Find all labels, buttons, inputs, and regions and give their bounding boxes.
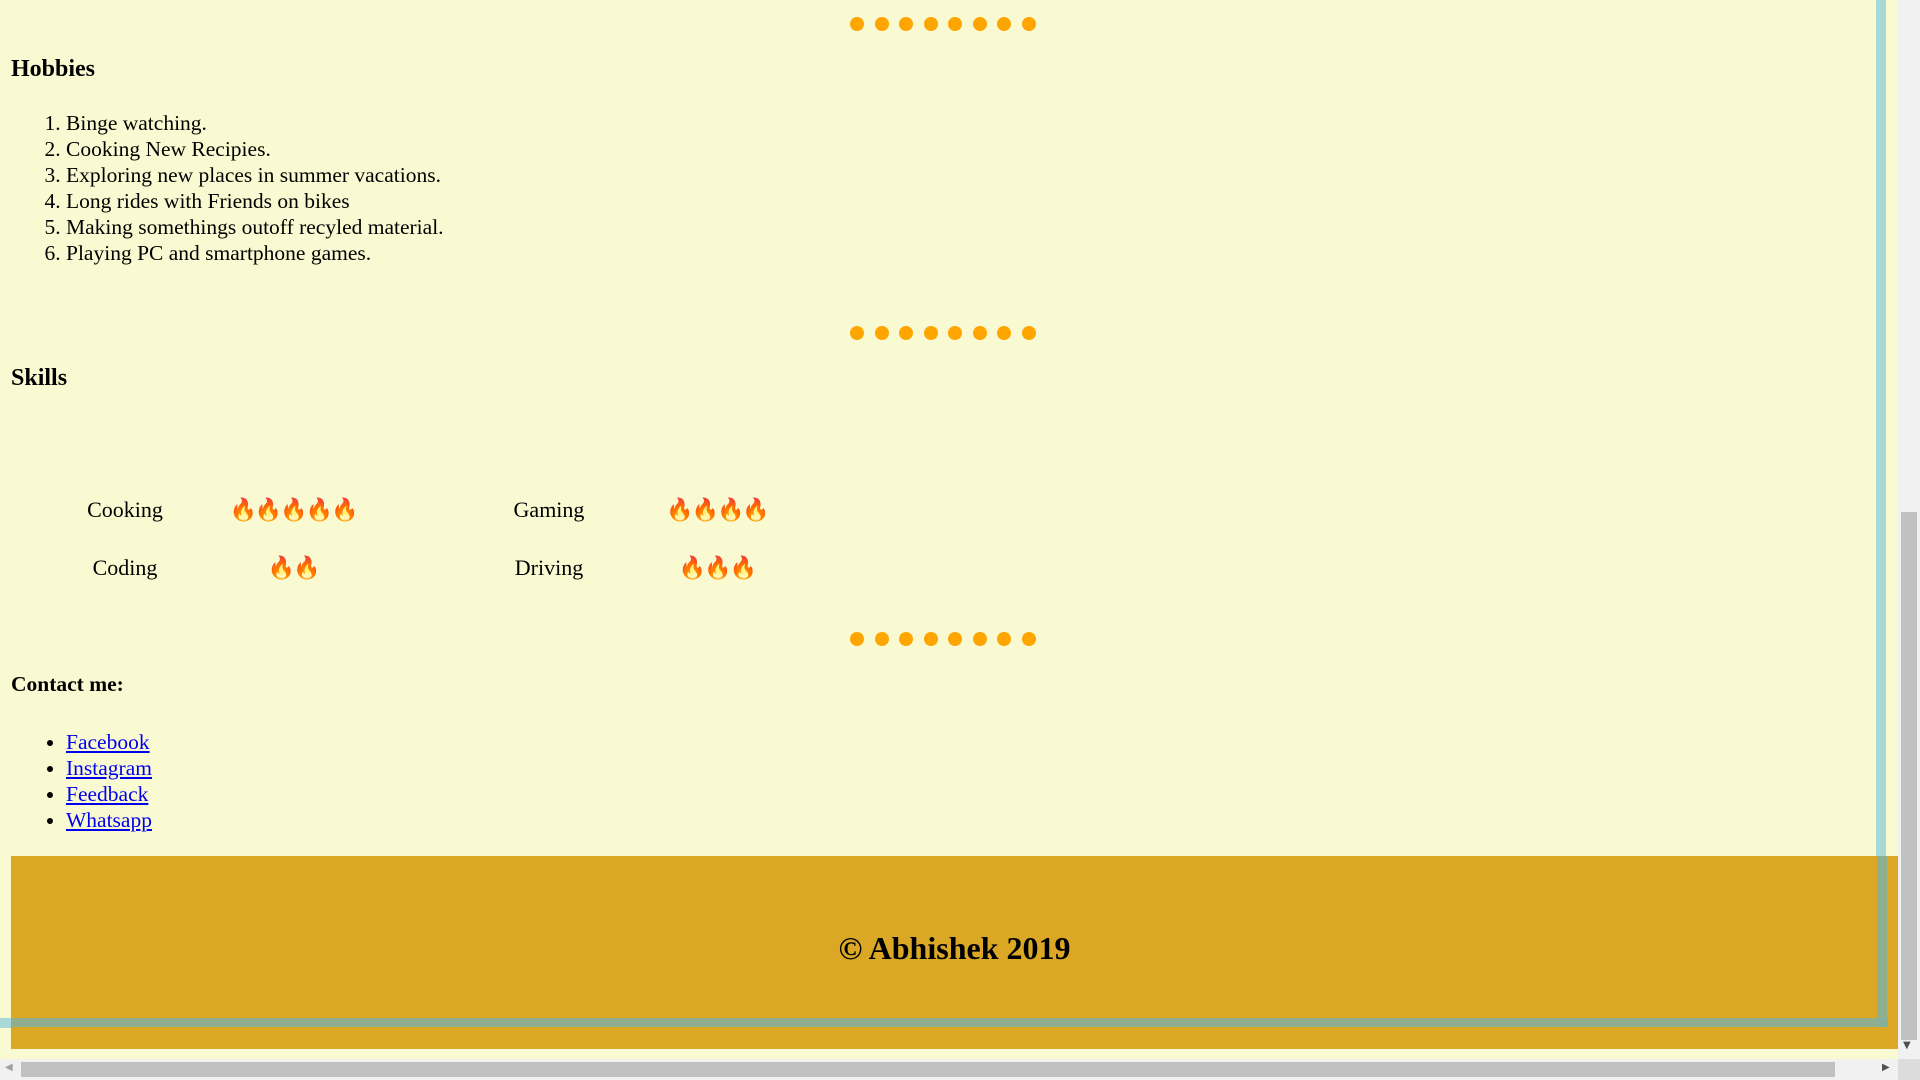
horizontal-scrollbar[interactable]: ◀ ▶ (0, 1059, 1920, 1080)
separator-dots (850, 17, 1036, 33)
skill-rating: 🔥🔥 (200, 550, 386, 586)
list-item: Whatsapp (66, 807, 152, 833)
scroll-right-arrow-icon[interactable]: ▶ (1882, 1062, 1890, 1073)
list-item: Instagram (66, 755, 152, 781)
separator-dot (923, 632, 938, 646)
skill-rating: 🔥🔥🔥🔥 (624, 492, 810, 528)
separator-dot (997, 326, 1011, 340)
separator-dot (850, 632, 864, 646)
separator-dot (874, 17, 889, 31)
skill-name: Gaming (513, 497, 585, 522)
list-item: Exploring new places in summer vacations… (66, 162, 444, 188)
list-item: Facebook (66, 729, 152, 755)
fire-icon: 🔥🔥🔥🔥🔥 (229, 497, 359, 522)
separator-dot (972, 326, 987, 340)
contact-heading: Contact me: (11, 672, 124, 696)
separator-dot (948, 326, 962, 340)
footer: © Abhishek 2019 (11, 856, 1898, 1049)
instagram-link[interactable]: Instagram (66, 756, 152, 780)
skill-name: Coding (92, 555, 158, 580)
hobbies-heading: Hobbies (11, 56, 96, 82)
list-item: Long rides with Friends on bikes (66, 188, 444, 214)
page: Hobbies Binge watching. Cooking New Reci… (0, 0, 1898, 1059)
scrollbar-thumb[interactable] (1901, 512, 1917, 1040)
skill-rating: 🔥🔥🔥🔥🔥 (200, 492, 386, 528)
skill-name: Cooking (87, 497, 163, 522)
list-item: Making somethings outoff recyled materia… (66, 214, 444, 240)
fire-icon: 🔥🔥 (267, 555, 321, 580)
separator-dot (850, 326, 864, 340)
separator-dot (923, 326, 938, 340)
facebook-link[interactable]: Facebook (66, 730, 150, 754)
table-row: Coding 🔥🔥 Driving 🔥🔥🔥 (62, 550, 810, 586)
skills-heading: Skills (11, 365, 68, 391)
separator-dot (997, 17, 1011, 31)
hobbies-list: Binge watching. Cooking New Recipies. Ex… (11, 110, 444, 266)
list-item: Cooking New Recipies. (66, 136, 444, 162)
scrollbar-corner (1898, 1059, 1920, 1080)
separator-dot (972, 632, 987, 646)
list-item: Binge watching. (66, 110, 444, 136)
separator-dot (1021, 17, 1036, 31)
fire-icon: 🔥🔥🔥 (678, 555, 757, 580)
contact-list: Facebook Instagram Feedback Whatsapp (11, 729, 152, 833)
separator-dot (948, 632, 962, 646)
skill-name: Driving (514, 555, 584, 580)
separator-dot (972, 17, 987, 31)
separator-dot (1021, 326, 1036, 340)
scrollbar-thumb[interactable] (21, 1062, 1835, 1077)
copyright-text: © Abhishek 2019 (838, 930, 1071, 966)
separator-dots (850, 632, 1036, 648)
separator-dot (874, 632, 889, 646)
scroll-down-arrow-icon[interactable]: ▼ (1903, 1040, 1911, 1051)
separator-dot (923, 17, 938, 31)
separator-dot (874, 326, 889, 340)
scroll-left-arrow-icon[interactable]: ◀ (5, 1062, 13, 1073)
separator-dot (948, 17, 962, 31)
separator-dot (899, 326, 913, 340)
separator-dots (850, 326, 1036, 342)
feedback-link[interactable]: Feedback (66, 782, 148, 806)
separator-dot (899, 632, 913, 646)
skills-table: Cooking 🔥🔥🔥🔥🔥 Gaming 🔥🔥🔥🔥 Coding 🔥🔥 Driv… (50, 470, 822, 608)
separator-dot (997, 632, 1011, 646)
table-row: Cooking 🔥🔥🔥🔥🔥 Gaming 🔥🔥🔥🔥 (62, 492, 810, 528)
separator-dot (850, 17, 864, 31)
fire-icon: 🔥🔥🔥🔥 (666, 497, 770, 522)
separator-dot (1021, 632, 1036, 646)
list-item: Playing PC and smartphone games. (66, 240, 444, 266)
vertical-scrollbar[interactable]: ▼ (1898, 0, 1920, 1059)
whatsapp-link[interactable]: Whatsapp (66, 808, 152, 832)
list-item: Feedback (66, 781, 152, 807)
separator-dot (899, 17, 913, 31)
skill-rating: 🔥🔥🔥 (624, 550, 810, 586)
